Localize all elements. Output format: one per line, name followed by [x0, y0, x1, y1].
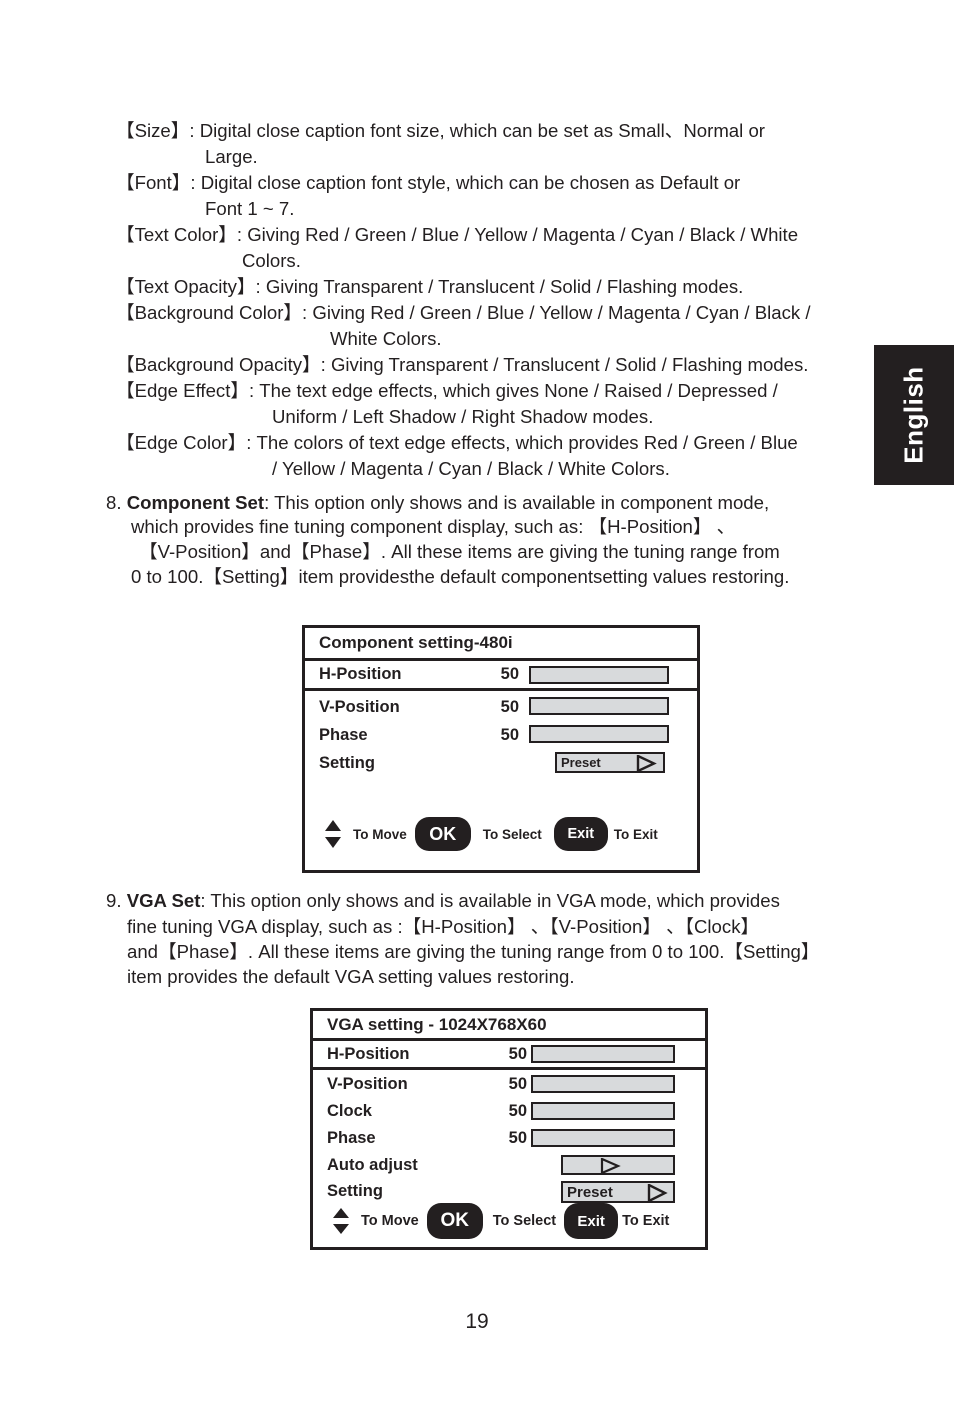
- list-item-9-line3: and【Phase】. All these items are giving t…: [127, 941, 820, 962]
- definition-background-opacity: 【Background Opacity】: Giving Transparent…: [116, 354, 809, 375]
- osd-vga-value-phase: 50: [508, 1129, 527, 1147]
- osd-vga-move-hint: To Move: [361, 1213, 419, 1229]
- language-side-tab: English: [874, 345, 954, 485]
- definition-text-color-line2: Colors.: [242, 250, 301, 271]
- osd-vga-value-clock: 50: [508, 1102, 527, 1120]
- play-triangle-icon: [600, 1158, 621, 1174]
- osd-vga-setting-panel: VGA setting - 1024X768X60 H-Position 50 …: [310, 1008, 708, 1250]
- osd-component-bar-phase[interactable]: [529, 725, 669, 743]
- osd-component-value-h-position: 50: [500, 665, 519, 683]
- definition-size-line1: 【Size】: Digital close caption font size,…: [116, 120, 765, 141]
- osd-component-setting-panel: Component setting-480i H-Position 50 V-P…: [302, 625, 700, 873]
- definition-font-line1: 【Font】: Digital close caption font style…: [116, 172, 741, 193]
- osd-component-bar-v-position[interactable]: [529, 697, 669, 715]
- osd-vga-label-setting: Setting: [327, 1181, 383, 1200]
- list-item-9-line2: fine tuning VGA display, such as :【H-Pos…: [127, 916, 760, 937]
- osd-component-label-v-position: V-Position: [319, 697, 400, 716]
- osd-component-label-phase: Phase: [319, 725, 368, 744]
- up-down-arrow-icon: [323, 818, 343, 850]
- osd-vga-row-phase[interactable]: Phase 50: [313, 1125, 705, 1152]
- osd-vga-label-h-position: H-Position: [327, 1044, 410, 1063]
- definition-edge-color-line1: 【Edge Color】: The colors of text edge ef…: [116, 432, 798, 453]
- osd-vga-label-auto-adjust: Auto adjust: [327, 1155, 418, 1174]
- osd-component-title: Component setting-480i: [305, 628, 697, 661]
- language-side-tab-label: English: [898, 366, 929, 464]
- osd-component-row-setting[interactable]: Setting Preset: [305, 749, 697, 777]
- osd-vga-auto-adjust-button[interactable]: [561, 1155, 675, 1175]
- definition-edge-effect-line2: Uniform / Left Shadow / Right Shadow mod…: [272, 406, 654, 427]
- osd-component-move-hint: To Move: [353, 826, 407, 842]
- osd-component-row-h-position[interactable]: H-Position 50: [305, 661, 697, 691]
- osd-vga-label-clock: Clock: [327, 1102, 372, 1120]
- osd-vga-ok-button[interactable]: OK: [426, 1203, 483, 1239]
- osd-vga-preset-button-label: Preset: [567, 1183, 613, 1201]
- osd-vga-bar-phase[interactable]: [531, 1129, 675, 1147]
- definition-text-opacity: 【Text Opacity】: Giving Transparent / Tra…: [116, 276, 744, 297]
- list-item-9-line1: 9. VGA Set: This option only shows and i…: [106, 888, 780, 914]
- osd-component-bar-h-position[interactable]: [529, 666, 669, 684]
- osd-component-label-setting: Setting: [319, 753, 375, 772]
- up-down-arrow-icon: [331, 1206, 351, 1236]
- osd-component-row-phase[interactable]: Phase 50: [305, 721, 697, 749]
- osd-vga-footer: To Move OK To Select Exit To Exit: [313, 1199, 705, 1243]
- definition-edge-color-line2: / Yellow / Magenta / Cyan / Black / Whit…: [272, 458, 670, 479]
- osd-component-preset-button-label: Preset: [561, 755, 601, 770]
- osd-vga-value-h-position: 50: [508, 1044, 527, 1063]
- osd-vga-bar-clock[interactable]: [531, 1102, 675, 1120]
- list-item-9-line4: item provides the default VGA setting va…: [127, 966, 575, 987]
- play-triangle-icon: [636, 755, 657, 772]
- list-item-9-number: 9.: [106, 890, 122, 911]
- list-item-9-title: VGA Set: [126, 890, 201, 911]
- osd-component-select-hint: To Select: [482, 826, 542, 842]
- definition-background-color-line2: White Colors.: [330, 328, 442, 349]
- osd-component-exit-button[interactable]: Exit: [553, 817, 608, 851]
- list-item-8-number: 8.: [106, 492, 122, 513]
- osd-component-footer: To Move OK To Select Exit To Exit: [305, 810, 697, 858]
- definition-background-color-line1: 【Background Color】: Giving Red / Green /…: [116, 302, 811, 323]
- osd-vga-exit-hint: To Exit: [622, 1213, 670, 1229]
- osd-component-value-phase: 50: [500, 725, 519, 744]
- osd-vga-row-h-position[interactable]: H-Position 50: [313, 1041, 705, 1070]
- osd-vga-title: VGA setting - 1024X768X60: [313, 1011, 705, 1041]
- osd-vga-row-clock[interactable]: Clock 50: [313, 1098, 705, 1125]
- osd-component-exit-hint: To Exit: [613, 826, 658, 842]
- list-item-8-line2: which provides fine tuning component dis…: [131, 516, 736, 537]
- osd-component-value-v-position: 50: [500, 697, 519, 716]
- osd-component-label-h-position: H-Position: [319, 665, 402, 683]
- page-number: 19: [465, 1310, 489, 1333]
- osd-vga-exit-button[interactable]: Exit: [564, 1203, 619, 1239]
- list-item-8-line4: 0 to 100.【Setting】item providesthe defau…: [131, 566, 790, 587]
- osd-vga-bar-h-position[interactable]: [531, 1045, 675, 1063]
- osd-vga-label-v-position: V-Position: [327, 1075, 408, 1093]
- list-item-8-title: Component Set: [126, 492, 265, 513]
- list-item-8-line1-rest: : This option only shows and is availabl…: [264, 492, 770, 513]
- osd-vga-select-hint: To Select: [492, 1213, 557, 1229]
- list-item-9-line1-rest: : This option only shows and is availabl…: [200, 890, 780, 911]
- osd-vga-bar-v-position[interactable]: [531, 1075, 675, 1093]
- definition-font-line2: Font 1 ~ 7.: [205, 198, 295, 219]
- osd-vga-value-v-position: 50: [508, 1075, 527, 1093]
- definition-edge-effect-line1: 【Edge Effect】: The text edge effects, wh…: [116, 380, 778, 401]
- definition-text-color-line1: 【Text Color】: Giving Red / Green / Blue …: [116, 224, 799, 245]
- osd-vga-label-phase: Phase: [327, 1129, 376, 1147]
- list-item-8-line1: 8. Component Set: This option only shows…: [106, 490, 769, 516]
- list-item-8-line3: 【V-Position】and【Phase】. All these items …: [139, 541, 780, 562]
- osd-vga-row-auto-adjust[interactable]: Auto adjust: [313, 1152, 705, 1178]
- osd-vga-row-v-position[interactable]: V-Position 50: [313, 1071, 705, 1098]
- osd-component-ok-button[interactable]: OK: [414, 817, 471, 851]
- definition-size-line2: Large.: [205, 146, 258, 167]
- osd-component-row-v-position[interactable]: V-Position 50: [305, 693, 697, 721]
- osd-component-preset-button[interactable]: Preset: [555, 752, 665, 773]
